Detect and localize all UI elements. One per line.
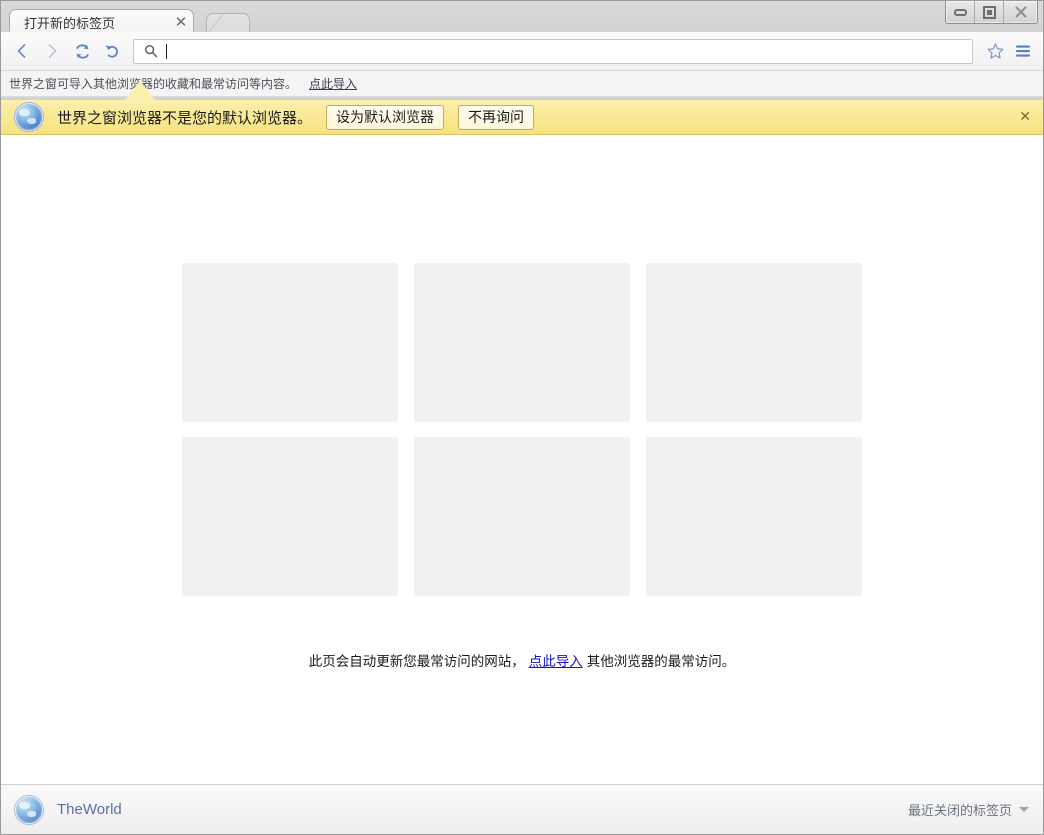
browser-window: 打开新的标签页 ✕	[0, 0, 1044, 835]
search-icon	[134, 44, 166, 58]
hamburger-menu-icon	[1014, 43, 1032, 59]
tab-strip: 打开新的标签页 ✕	[1, 1, 1043, 32]
new-tab-button[interactable]	[206, 13, 250, 34]
reload-icon	[73, 42, 92, 61]
page-note-suffix: 其他浏览器的最常访问。	[587, 654, 736, 669]
import-bar: 世界之窗可导入其他浏览器的收藏和最常访问等内容。 点此导入	[1, 71, 1043, 97]
address-bar[interactable]	[133, 39, 973, 64]
tile-row	[182, 437, 863, 596]
new-tab-page-content: 此页会自动更新您最常访问的网站， 点此导入其他浏览器的最常访问。	[1, 135, 1043, 784]
notification-message: 世界之窗浏览器不是您的默认浏览器。	[57, 107, 312, 128]
globe-icon	[15, 796, 43, 824]
status-bar: TheWorld 最近关闭的标签页	[1, 784, 1043, 834]
recently-closed-tabs-label: 最近关闭的标签页	[908, 800, 1012, 819]
thumbnail-tile[interactable]	[646, 263, 862, 422]
bookmark-button[interactable]	[981, 32, 1009, 71]
thumbnail-tile[interactable]	[414, 263, 630, 422]
tab-title: 打开新的标签页	[10, 13, 169, 32]
brand-label: TheWorld	[57, 801, 122, 818]
page-note-prefix: 此页会自动更新您最常访问的网站，	[309, 654, 525, 669]
chevron-right-icon	[43, 42, 61, 60]
text-caret	[166, 44, 167, 59]
chevron-left-icon	[13, 42, 31, 60]
notification-close-icon[interactable]: ✕	[1019, 109, 1031, 125]
notification-pointer	[124, 81, 156, 101]
most-visited-grid	[182, 263, 863, 611]
page-note-import-link[interactable]: 点此导入	[529, 654, 583, 669]
import-bar-link[interactable]: 点此导入	[309, 75, 357, 92]
page-note: 此页会自动更新您最常访问的网站， 点此导入其他浏览器的最常访问。	[1, 650, 1043, 670]
back-button[interactable]	[7, 42, 37, 60]
star-icon	[986, 42, 1005, 61]
default-browser-notification-bar: 世界之窗浏览器不是您的默认浏览器。 设为默认浏览器 不再询问 ✕	[1, 99, 1043, 135]
reload-button[interactable]	[67, 42, 97, 61]
tab-close-icon[interactable]: ✕	[169, 15, 193, 30]
chevron-down-icon	[1019, 807, 1029, 812]
globe-icon	[15, 103, 43, 131]
menu-button[interactable]	[1009, 32, 1037, 71]
thumbnail-tile[interactable]	[646, 437, 862, 596]
tile-row	[182, 263, 863, 422]
set-default-browser-button[interactable]: 设为默认浏览器	[326, 105, 444, 130]
undo-button[interactable]	[97, 42, 127, 61]
undo-icon	[103, 42, 122, 61]
thumbnail-tile[interactable]	[182, 263, 398, 422]
tab-new-tab-page[interactable]: 打开新的标签页 ✕	[9, 9, 194, 34]
thumbnail-tile[interactable]	[414, 437, 630, 596]
thumbnail-tile[interactable]	[182, 437, 398, 596]
dont-ask-again-button[interactable]: 不再询问	[458, 105, 534, 130]
recently-closed-tabs-button[interactable]: 最近关闭的标签页	[908, 800, 1029, 819]
forward-button[interactable]	[37, 42, 67, 60]
browser-toolbar	[1, 32, 1043, 71]
